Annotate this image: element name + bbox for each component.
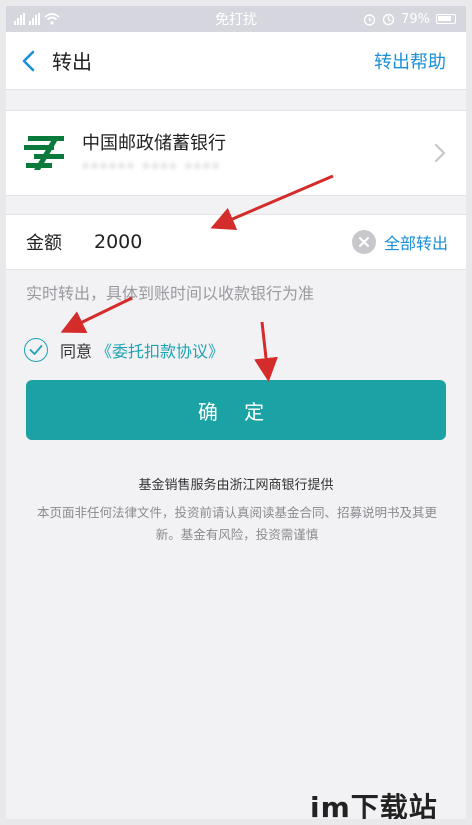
- annotation-arrow: [210, 174, 334, 230]
- annotation-arrow: [254, 321, 278, 382]
- annotation-arrows: [60, 174, 334, 382]
- watermark: im下载站: [310, 791, 438, 824]
- annotation-arrow: [60, 296, 133, 333]
